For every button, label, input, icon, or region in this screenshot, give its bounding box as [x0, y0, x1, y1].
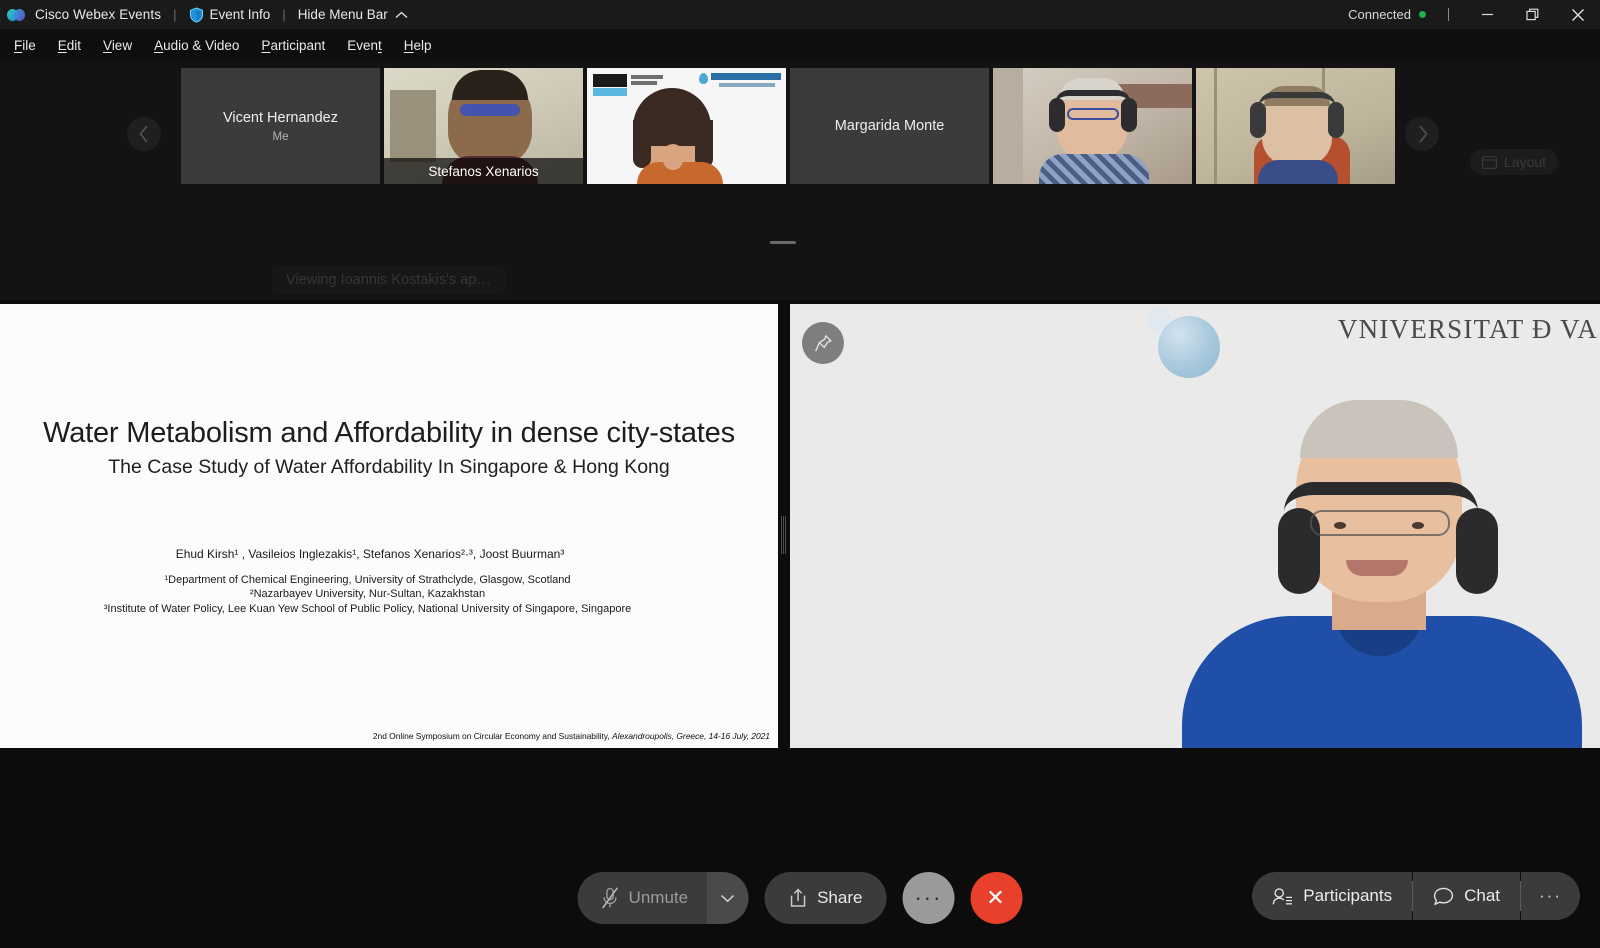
connection-status-label: Connected [1348, 7, 1411, 22]
menu-file-rest: ile [22, 37, 36, 53]
speaker-figure [1160, 356, 1600, 748]
slide-footer-plain: 2nd Online Symposium on Circular Economy… [372, 731, 613, 741]
primary-controls: Unmute Share ··· ✕ [577, 872, 1023, 924]
slide-title: Water Metabolism and Affordability in de… [43, 417, 735, 449]
divider-grip-icon [781, 516, 787, 554]
menu-item-help[interactable]: Help [393, 34, 443, 57]
pin-icon [814, 334, 833, 353]
share-icon [788, 888, 807, 908]
menu-item-view[interactable]: View [92, 34, 143, 57]
video-tile-name: Margarida Monte [834, 118, 945, 134]
app-title: Cisco Webex Events [35, 7, 162, 22]
filmstrip-next-button[interactable] [1405, 117, 1439, 151]
filmstrip-prev-button[interactable] [127, 117, 161, 151]
close-icon: ✕ [986, 885, 1007, 910]
shield-icon [189, 6, 204, 23]
titlebar-divider [1448, 8, 1449, 21]
pin-button[interactable] [802, 322, 844, 364]
viewing-banner: Viewing Ioannis Kostakis's ap… [272, 266, 505, 294]
active-speaker-video[interactable]: VNIVERSITAT Đ VA [790, 304, 1600, 748]
viewing-banner-label: Viewing Ioannis Kostakis's ap… [286, 272, 491, 288]
video-stage: Vicent Hernandez Me Stefanos Xenarios Ma… [0, 61, 1600, 300]
video-tile-stefanos-xenarios[interactable]: Stefanos Xenarios [384, 68, 583, 184]
video-tile-margarida-monte[interactable]: Margarida Monte [790, 68, 989, 184]
title-bar: Cisco Webex Events | Event Info | Hide M… [0, 0, 1600, 29]
title-separator-2: | [282, 7, 286, 22]
menu-item-audio-video[interactable]: Audio & Video [143, 34, 250, 57]
chat-bubble-icon [1433, 887, 1454, 906]
menu-item-event[interactable]: Event [336, 34, 393, 57]
maximize-restore-button[interactable] [1510, 0, 1555, 29]
iwa-logo-icon [593, 74, 627, 87]
layout-grid-icon [1482, 155, 1497, 169]
slide-affiliation-1: ¹Department of Chemical Engineering, Uni… [164, 574, 571, 586]
event-info-label: Event Info [209, 7, 271, 22]
menu-item-file[interactable]: File [3, 34, 47, 57]
unmute-button-label: Unmute [628, 888, 689, 907]
more-horizontal-icon: ··· [914, 885, 943, 910]
hide-menu-bar-button[interactable]: Hide Menu Bar [298, 7, 408, 22]
video-tile-me-label: Me [272, 130, 289, 143]
water-drop-icon [699, 73, 708, 84]
participant-filmstrip: Vicent Hernandez Me Stefanos Xenarios Ma… [181, 68, 1395, 184]
connection-status-dot-icon [1419, 11, 1426, 18]
slide-footer: 2nd Online Symposium on Circular Economy… [0, 731, 770, 741]
close-button[interactable] [1555, 0, 1600, 29]
layout-button[interactable]: Layout [1470, 149, 1559, 175]
minimize-button[interactable] [1465, 0, 1510, 29]
chat-button-label: Chat [1464, 886, 1501, 905]
event-info-button[interactable]: Event Info [189, 6, 271, 23]
video-tile-participant-5[interactable] [993, 68, 1192, 184]
slide-affiliation-3: ³Institute of Water Policy, Lee Kuan Yew… [103, 602, 632, 615]
title-bar-right: Connected [1348, 0, 1600, 29]
video-feed [587, 68, 786, 184]
shared-slide[interactable]: Water Metabolism and Affordability in de… [0, 304, 778, 748]
microphone-muted-icon [602, 887, 619, 909]
slide-affiliations: ¹Department of Chemical Engineering, Uni… [0, 573, 735, 616]
video-tile-participant-3[interactable] [587, 68, 786, 184]
virtual-background-text: VNIVERSITAT Đ VA [1337, 314, 1598, 344]
slide-authors: Ehud Kirsh¹ , Vasileios Inglezakis¹, Ste… [175, 547, 565, 561]
connection-status: Connected [1348, 7, 1426, 22]
slide-affiliation-2: ²Nazarbayev University, Nur-Sultan, Kaza… [249, 588, 486, 601]
participants-button-label: Participants [1303, 886, 1393, 905]
secondary-more-button[interactable]: ··· [1521, 872, 1580, 920]
title-separator-1: | [173, 7, 177, 22]
audio-options-dropdown[interactable] [706, 872, 749, 924]
secondary-controls: Participants Chat ··· [1252, 872, 1580, 920]
chevron-up-icon [395, 11, 408, 19]
menu-bar: File Edit View Audio & Video Participant… [0, 29, 1600, 61]
video-tile-vicent-hernandez[interactable]: Vicent Hernandez Me [181, 68, 380, 184]
chat-button[interactable]: Chat [1413, 872, 1521, 920]
title-bar-left: Cisco Webex Events | Event Info | Hide M… [0, 6, 408, 23]
video-feed [993, 68, 1192, 184]
participants-button[interactable]: Participants [1252, 872, 1413, 920]
webex-logo-icon [7, 8, 27, 22]
video-tile-name: Vicent Hernandez [222, 109, 338, 126]
participants-icon [1272, 887, 1293, 906]
more-options-button[interactable]: ··· [902, 872, 955, 924]
video-tile-participant-6[interactable] [1196, 68, 1395, 184]
video-tile-label: Stefanos Xenarios [384, 158, 583, 184]
filmstrip-resize-handle[interactable] [770, 241, 796, 244]
share-button-label: Share [817, 888, 863, 907]
slide-footer-italic: Alexandroupolis, Greece, 14-16 July, 202… [612, 731, 770, 741]
content-area: Water Metabolism and Affordability in de… [0, 300, 1600, 748]
unmute-button[interactable]: Unmute [577, 872, 707, 924]
panel-divider[interactable] [778, 304, 790, 748]
mute-control-group: Unmute [577, 872, 749, 924]
slide-subtitle: The Case Study of Water Affordability In… [108, 456, 670, 478]
video-feed [1196, 68, 1395, 184]
control-bar: Unmute Share ··· ✕ Participants Chat ··· [0, 748, 1600, 948]
more-horizontal-icon: ··· [1539, 886, 1562, 905]
menu-item-participant[interactable]: Participant [250, 34, 336, 57]
menu-item-edit[interactable]: Edit [47, 34, 92, 57]
layout-button-label: Layout [1504, 154, 1547, 170]
leave-event-button[interactable]: ✕ [970, 872, 1023, 924]
share-button[interactable]: Share [764, 872, 887, 924]
hide-menu-bar-label: Hide Menu Bar [297, 7, 388, 22]
